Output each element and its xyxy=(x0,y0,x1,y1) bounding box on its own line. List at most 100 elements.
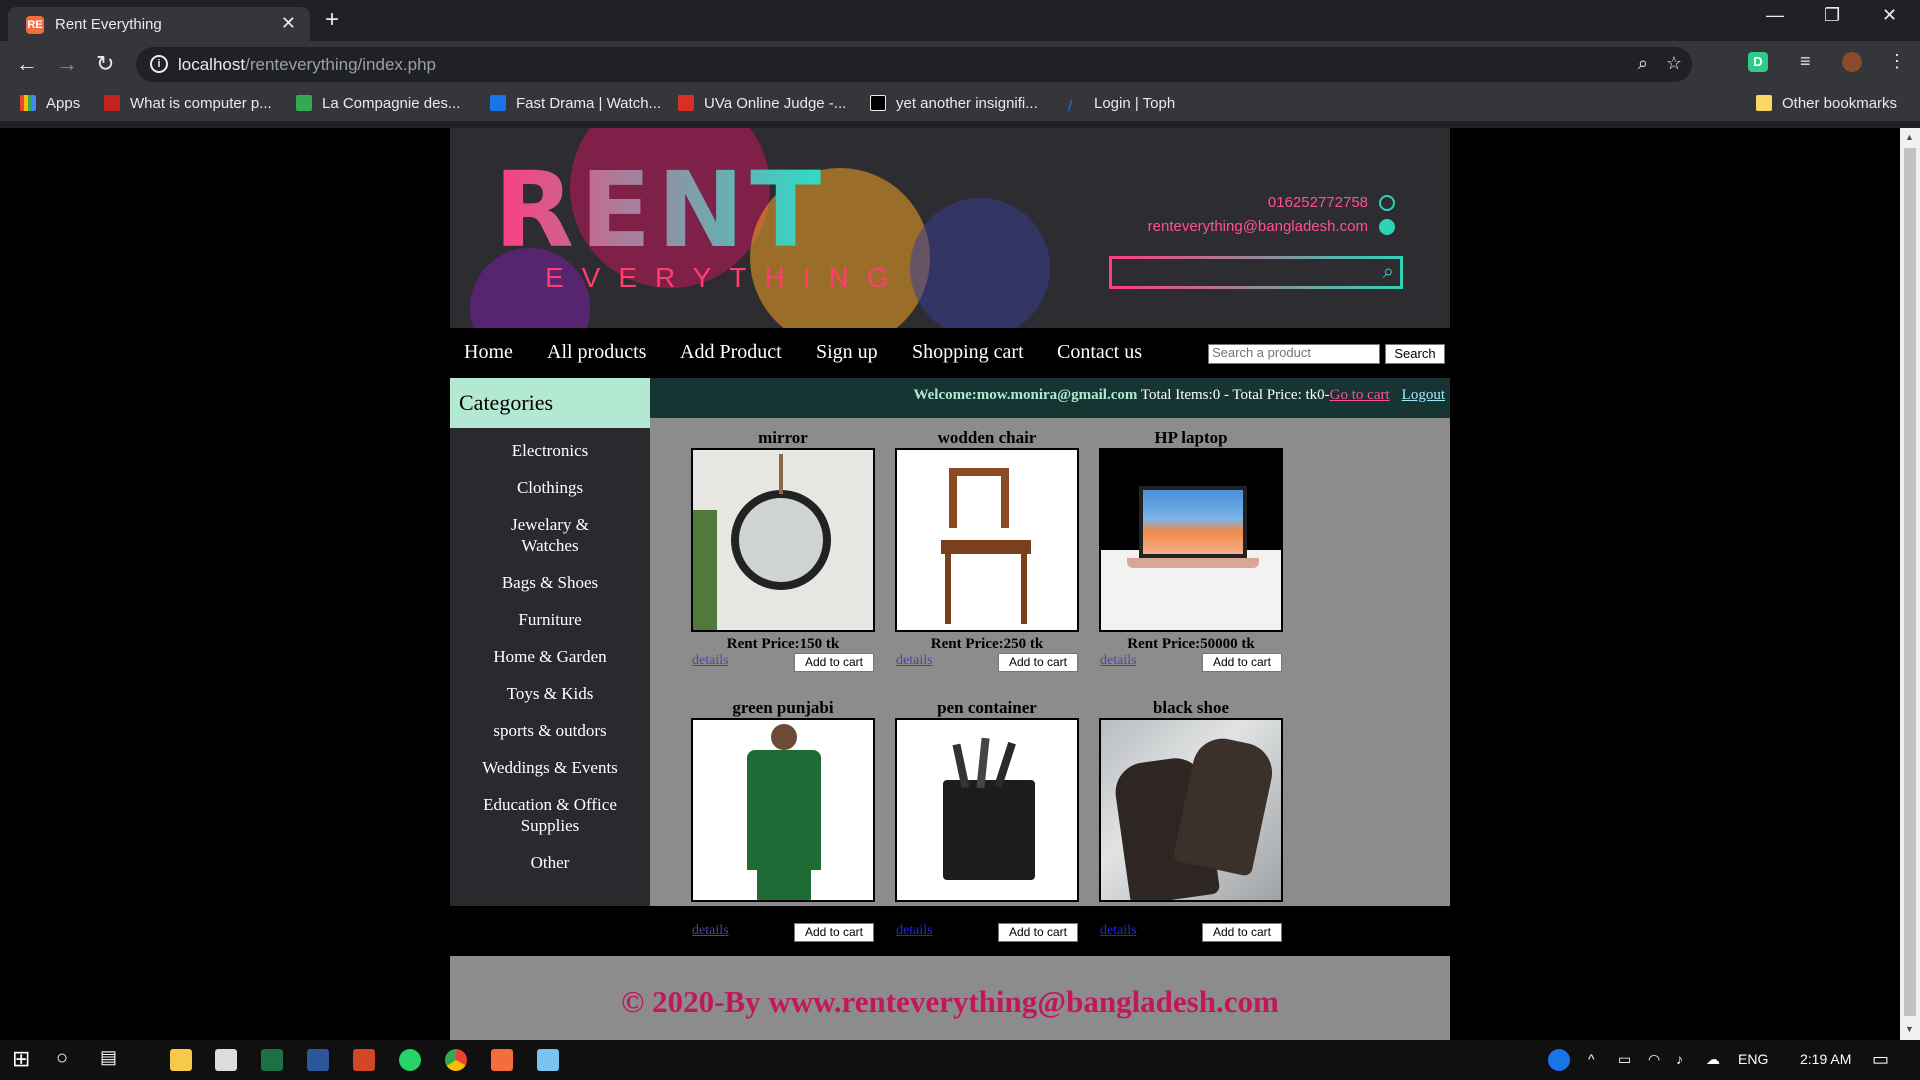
product-image[interactable] xyxy=(1099,448,1283,632)
forward-arrow-icon[interactable]: → xyxy=(56,51,78,77)
punjabi-garment xyxy=(747,750,821,870)
new-tab-plus-icon[interactable]: + xyxy=(325,6,339,34)
bookmark-item[interactable]: UVa Online Judge -... xyxy=(678,95,846,112)
scrollbar-thumb[interactable] xyxy=(1904,148,1916,1016)
category-electronics[interactable]: Electronics xyxy=(450,436,650,473)
banner-search-input[interactable]: ⌕ xyxy=(1109,256,1403,289)
media-queue-icon[interactable]: ≡ xyxy=(1800,51,1811,72)
details-link[interactable]: details xyxy=(1100,923,1137,939)
category-bags-shoes[interactable]: Bags & Shoes xyxy=(450,568,650,605)
bookmark-favicon-icon xyxy=(490,95,506,111)
site-info-icon[interactable]: i xyxy=(150,55,168,73)
product-image[interactable] xyxy=(691,448,875,632)
product-image[interactable] xyxy=(691,718,875,902)
nav-home[interactable]: Home xyxy=(464,341,513,364)
details-link[interactable]: details xyxy=(692,653,729,669)
bookmark-item[interactable]: La Compagnie des... xyxy=(296,95,460,112)
profile-avatar-icon[interactable] xyxy=(1842,52,1862,72)
add-to-cart-button[interactable]: Add to cart xyxy=(794,923,874,942)
bookmark-item[interactable]: / Login | Toph xyxy=(1068,95,1175,115)
tray-chevron-up-icon[interactable]: ^ xyxy=(1588,1051,1595,1067)
nav-all-products[interactable]: All products xyxy=(547,341,646,364)
category-clothings[interactable]: Clothings xyxy=(450,473,650,510)
task-view-icon[interactable]: ▤ xyxy=(100,1047,117,1068)
nav-sign-up[interactable]: Sign up xyxy=(816,341,878,364)
nav-contact-us[interactable]: Contact us xyxy=(1057,341,1142,364)
details-link[interactable]: details xyxy=(1100,653,1137,669)
product-price: Rent Price:500 tk xyxy=(726,906,840,922)
product-image[interactable] xyxy=(895,448,1079,632)
category-weddings-events[interactable]: Weddings & Events xyxy=(450,753,650,790)
add-to-cart-button[interactable]: Add to cart xyxy=(794,653,874,672)
app-icon[interactable] xyxy=(537,1049,559,1071)
cortana-circle-icon[interactable]: ○ xyxy=(56,1047,68,1070)
excel-icon[interactable] xyxy=(261,1049,283,1071)
bookmark-apps[interactable]: Apps xyxy=(20,95,80,112)
browser-tab[interactable]: RE Rent Everything ✕ xyxy=(8,7,310,41)
windows-start-icon[interactable]: ⊞ xyxy=(12,1046,30,1072)
category-jewelary-watches[interactable]: Jewelary & Watches xyxy=(450,510,650,568)
category-toys-kids[interactable]: Toys & Kids xyxy=(450,679,650,716)
product-card: wodden chair Rent Price:250 tk details A… xyxy=(894,428,1080,698)
whatsapp-icon[interactable] xyxy=(399,1049,421,1071)
product-search-input[interactable]: Search a product xyxy=(1208,344,1380,364)
go-to-cart-link[interactable]: Go to cart xyxy=(1330,387,1390,403)
scroll-up-icon[interactable]: ▲ xyxy=(1905,132,1914,142)
bookmark-star-icon[interactable]: ☆ xyxy=(1666,53,1682,74)
close-window-icon[interactable]: ✕ xyxy=(1882,5,1897,26)
browser-menu-icon[interactable]: ⋮ xyxy=(1888,51,1906,72)
details-link[interactable]: details xyxy=(692,923,729,939)
minimize-window-icon[interactable]: — xyxy=(1766,5,1784,26)
product-image[interactable] xyxy=(895,718,1079,902)
file-explorer-icon[interactable] xyxy=(170,1049,192,1071)
address-bar[interactable]: i localhost/renteverything/index.php ⌕ ☆ xyxy=(136,47,1692,82)
category-home-garden[interactable]: Home & Garden xyxy=(450,642,650,679)
category-furniture[interactable]: Furniture xyxy=(450,605,650,642)
wifi-icon[interactable]: ◠ xyxy=(1648,1051,1660,1068)
volume-icon[interactable]: ♪ xyxy=(1676,1051,1683,1067)
other-bookmarks[interactable]: Other bookmarks xyxy=(1756,95,1897,112)
categories-heading: Categories xyxy=(450,378,650,428)
bookmark-item[interactable]: Fast Drama | Watch... xyxy=(490,95,661,112)
windows-taskbar: ⊞ ○ ▤ ^ ▭ ◠ ♪ ☁ ENG 2:19 AM ▭ xyxy=(0,1040,1920,1080)
close-tab-icon[interactable]: ✕ xyxy=(281,13,296,34)
details-link[interactable]: details xyxy=(896,653,933,669)
bookmark-item[interactable]: yet another insignifi... xyxy=(870,95,1038,112)
nav-shopping-cart[interactable]: Shopping cart xyxy=(912,341,1024,364)
chrome-icon[interactable] xyxy=(445,1049,467,1071)
add-to-cart-button[interactable]: Add to cart xyxy=(998,653,1078,672)
header-banner: RENT EVERYTHING 016252772758 renteveryth… xyxy=(450,128,1450,328)
search-button[interactable]: Search xyxy=(1385,344,1445,364)
search-icon[interactable]: ⌕ xyxy=(1383,261,1394,284)
page-scrollbar[interactable]: ▲ ▼ xyxy=(1900,128,1920,1040)
powerpoint-icon[interactable] xyxy=(353,1049,375,1071)
zoom-magnifier-icon[interactable]: ⌕ xyxy=(1638,53,1648,74)
details-link[interactable]: details xyxy=(896,923,933,939)
store-icon[interactable] xyxy=(215,1049,237,1071)
extension-d-icon[interactable]: D xyxy=(1748,52,1768,72)
input-language[interactable]: ENG xyxy=(1738,1051,1768,1067)
category-education-office[interactable]: Education & Office Supplies xyxy=(450,790,650,848)
logo-wordmark[interactable]: RENT xyxy=(494,158,827,262)
battery-icon[interactable]: ▭ xyxy=(1618,1051,1631,1068)
category-sports-outdors[interactable]: sports & outdors xyxy=(450,716,650,753)
help-icon[interactable] xyxy=(1548,1049,1570,1071)
category-other[interactable]: Other xyxy=(450,848,650,885)
logout-link[interactable]: Logout xyxy=(1402,387,1445,403)
add-to-cart-button[interactable]: Add to cart xyxy=(1202,923,1282,942)
restore-window-icon[interactable]: ❐ xyxy=(1824,5,1840,26)
scroll-down-icon[interactable]: ▼ xyxy=(1905,1024,1914,1034)
cloud-icon[interactable]: ☁ xyxy=(1706,1051,1720,1068)
reload-icon[interactable]: ↻ xyxy=(96,51,114,77)
bookmark-favicon-icon xyxy=(870,95,886,111)
notifications-icon[interactable]: ▭ xyxy=(1872,1049,1889,1070)
bookmark-item[interactable]: What is computer p... xyxy=(104,95,272,112)
add-to-cart-button[interactable]: Add to cart xyxy=(1202,653,1282,672)
add-to-cart-button[interactable]: Add to cart xyxy=(998,923,1078,942)
product-image[interactable] xyxy=(1099,718,1283,902)
nav-add-product[interactable]: Add Product xyxy=(680,341,782,364)
back-arrow-icon[interactable]: ← xyxy=(16,51,38,77)
system-clock[interactable]: 2:19 AM xyxy=(1800,1051,1851,1067)
word-icon[interactable] xyxy=(307,1049,329,1071)
xampp-icon[interactable] xyxy=(491,1049,513,1071)
